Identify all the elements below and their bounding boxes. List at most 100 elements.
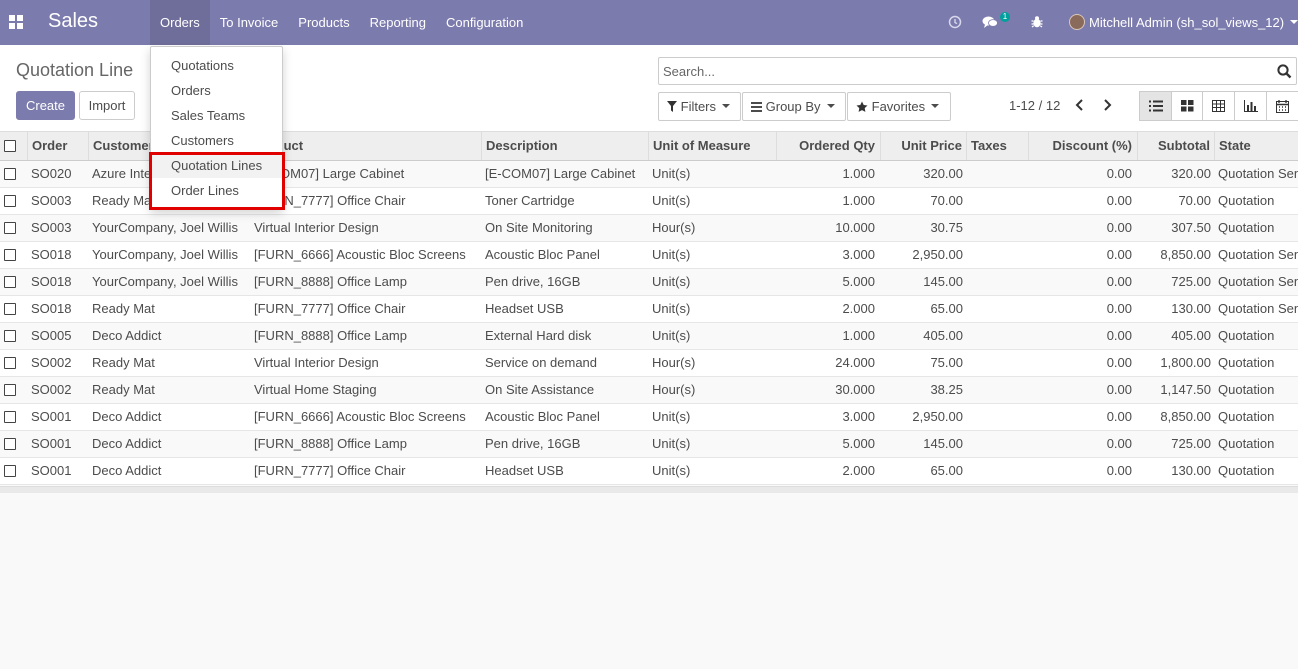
search-icon[interactable] <box>1277 64 1292 79</box>
create-button[interactable]: Create <box>16 91 75 120</box>
dropdown-item-customers[interactable]: Customers <box>151 128 282 153</box>
table-row[interactable]: SO005 Deco Addict [FURN_8888] Office Lamp E… <box>0 323 1298 350</box>
row-checkbox[interactable] <box>4 303 16 315</box>
favorites-button[interactable]: Favorites <box>847 92 951 121</box>
row-checkbox[interactable] <box>4 249 16 261</box>
cell-ordered-qty: 24.000 <box>835 355 875 370</box>
row-checkbox[interactable] <box>4 465 16 477</box>
row-checkbox[interactable] <box>4 330 16 342</box>
kanban-view-button[interactable] <box>1171 91 1204 121</box>
table-row[interactable]: SO018 Ready Mat [FURN_7777] Office Chair He… <box>0 296 1298 323</box>
table-row[interactable]: SO001 Deco Addict [FURN_8888] Office Lamp P… <box>0 431 1298 458</box>
cell-ordered-qty: 1.000 <box>842 166 875 181</box>
cell-order: SO001 <box>31 409 72 424</box>
cell-subtotal: 725.00 <box>1171 274 1211 289</box>
dropdown-item-orders[interactable]: Orders <box>151 78 282 103</box>
cell-unit-price: 320.00 <box>923 166 963 181</box>
cell-customer: YourCompany, Joel Willis <box>92 247 238 262</box>
user-menu[interactable]: Mitchell Admin (sh_sol_views_12) <box>1089 15 1284 30</box>
chevron-left-icon[interactable] <box>1073 98 1087 112</box>
clock-icon[interactable] <box>948 15 962 29</box>
column-order[interactable]: Order <box>27 132 89 160</box>
cell-taxes <box>970 458 1025 484</box>
table-row[interactable]: SO018 YourCompany, Joel Willis [FURN_6666]… <box>0 242 1298 269</box>
cell-ordered-qty: 30.000 <box>835 382 875 397</box>
cell-product: [FURN_7777] Office Chair <box>254 193 406 208</box>
table-row[interactable]: SO001 Deco Addict [FURN_6666] Acoustic Blo… <box>0 404 1298 431</box>
apps-icon[interactable] <box>9 15 23 29</box>
column-product[interactable]: Product <box>249 132 481 160</box>
app-brand[interactable]: Sales <box>48 10 98 33</box>
cell-product: [FURN_8888] Office Lamp <box>254 328 407 343</box>
dropdown-item-order-lines[interactable]: Order Lines <box>151 178 282 203</box>
avatar[interactable] <box>1069 14 1085 30</box>
table-row[interactable]: SO003 YourCompany, Joel Willis Virtual Int… <box>0 215 1298 242</box>
row-checkbox[interactable] <box>4 384 16 396</box>
cell-order: SO002 <box>31 382 72 397</box>
cell-discount: 0.00 <box>1106 463 1132 478</box>
row-checkbox[interactable] <box>4 276 16 288</box>
menu-products[interactable]: Products <box>288 0 359 45</box>
cell-unit-price: 65.00 <box>930 301 963 316</box>
menu-reporting[interactable]: Reporting <box>360 0 436 45</box>
grid-view-icon <box>1212 100 1225 112</box>
column-taxes[interactable]: Taxes <box>966 132 1028 160</box>
menu-orders[interactable]: Orders <box>150 0 210 45</box>
import-button[interactable]: Import <box>79 91 135 120</box>
cell-unit-of-measure: Unit(s) <box>652 328 691 343</box>
search-input[interactable] <box>663 62 1263 80</box>
table-row[interactable]: SO001 Deco Addict [FURN_7777] Office Chair… <box>0 458 1298 485</box>
cell-product: [FURN_6666] Acoustic Bloc Screens <box>254 247 466 262</box>
row-checkbox[interactable] <box>4 411 16 423</box>
column-discount[interactable]: Discount (%) <box>1028 132 1137 160</box>
column-state[interactable]: State <box>1214 132 1298 160</box>
table-row[interactable]: SO018 YourCompany, Joel Willis [FURN_8888]… <box>0 269 1298 296</box>
cell-order: SO018 <box>31 247 72 262</box>
dropdown-item-quotation-lines[interactable]: Quotation Lines <box>151 153 282 178</box>
list-view-button[interactable] <box>1139 91 1172 121</box>
cell-subtotal: 307.50 <box>1171 220 1211 235</box>
column-unit-of-measure[interactable]: Unit of Measure <box>648 132 776 160</box>
pager-value[interactable]: 1-12 / 12 <box>1009 98 1060 113</box>
table-row[interactable]: SO002 Ready Mat Virtual Interior Design Ser… <box>0 350 1298 377</box>
dropdown-item-sales-teams[interactable]: Sales Teams <box>151 103 282 128</box>
main-menu: Orders To Invoice Products Reporting Con… <box>150 0 533 45</box>
menu-to-invoice[interactable]: To Invoice <box>210 0 289 45</box>
filters-button[interactable]: Filters <box>658 92 741 121</box>
graph-view-button[interactable] <box>1234 91 1267 121</box>
column-subtotal[interactable]: Subtotal <box>1137 132 1215 160</box>
calendar-view-button[interactable] <box>1266 91 1298 121</box>
table-row[interactable]: SO002 Ready Mat Virtual Home Staging On Sit… <box>0 377 1298 404</box>
grid-view-button[interactable] <box>1202 91 1235 121</box>
cell-state: Quotation Sent <box>1218 301 1298 316</box>
cell-product: [FURN_8888] Office Lamp <box>254 274 407 289</box>
column-unit-price[interactable]: Unit Price <box>880 132 967 160</box>
chevron-down-icon[interactable] <box>1290 20 1298 24</box>
cell-unit-of-measure: Unit(s) <box>652 436 691 451</box>
cell-unit-price: 405.00 <box>923 328 963 343</box>
menu-configuration[interactable]: Configuration <box>436 0 533 45</box>
breadcrumb: Quotation Line <box>16 60 134 80</box>
cell-unit-of-measure: Unit(s) <box>652 166 691 181</box>
chat-icon[interactable] <box>982 15 998 29</box>
cell-product: [FURN_6666] Acoustic Bloc Screens <box>254 409 466 424</box>
group-by-button[interactable]: Group By <box>742 92 846 121</box>
cell-unit-of-measure: Hour(s) <box>652 382 696 397</box>
dropdown-item-quotations[interactable]: Quotations <box>151 53 282 78</box>
row-checkbox[interactable] <box>4 438 16 450</box>
row-checkbox[interactable] <box>4 357 16 369</box>
cell-ordered-qty: 10.000 <box>835 220 875 235</box>
cell-state: Quotation <box>1218 382 1275 397</box>
caret-down-icon <box>931 103 940 108</box>
column-ordered-qty[interactable]: Ordered Qty <box>776 132 880 160</box>
row-checkbox[interactable] <box>4 222 16 234</box>
bug-icon[interactable] <box>1030 15 1044 29</box>
cell-state: Quotation <box>1218 409 1275 424</box>
select-all-checkbox[interactable] <box>4 140 16 152</box>
cell-subtotal: 70.00 <box>1178 193 1211 208</box>
column-description[interactable]: Description <box>481 132 648 160</box>
row-checkbox[interactable] <box>4 195 16 207</box>
row-checkbox[interactable] <box>4 168 16 180</box>
cell-product: Virtual Interior Design <box>254 220 379 235</box>
chevron-right-icon[interactable] <box>1100 98 1114 112</box>
